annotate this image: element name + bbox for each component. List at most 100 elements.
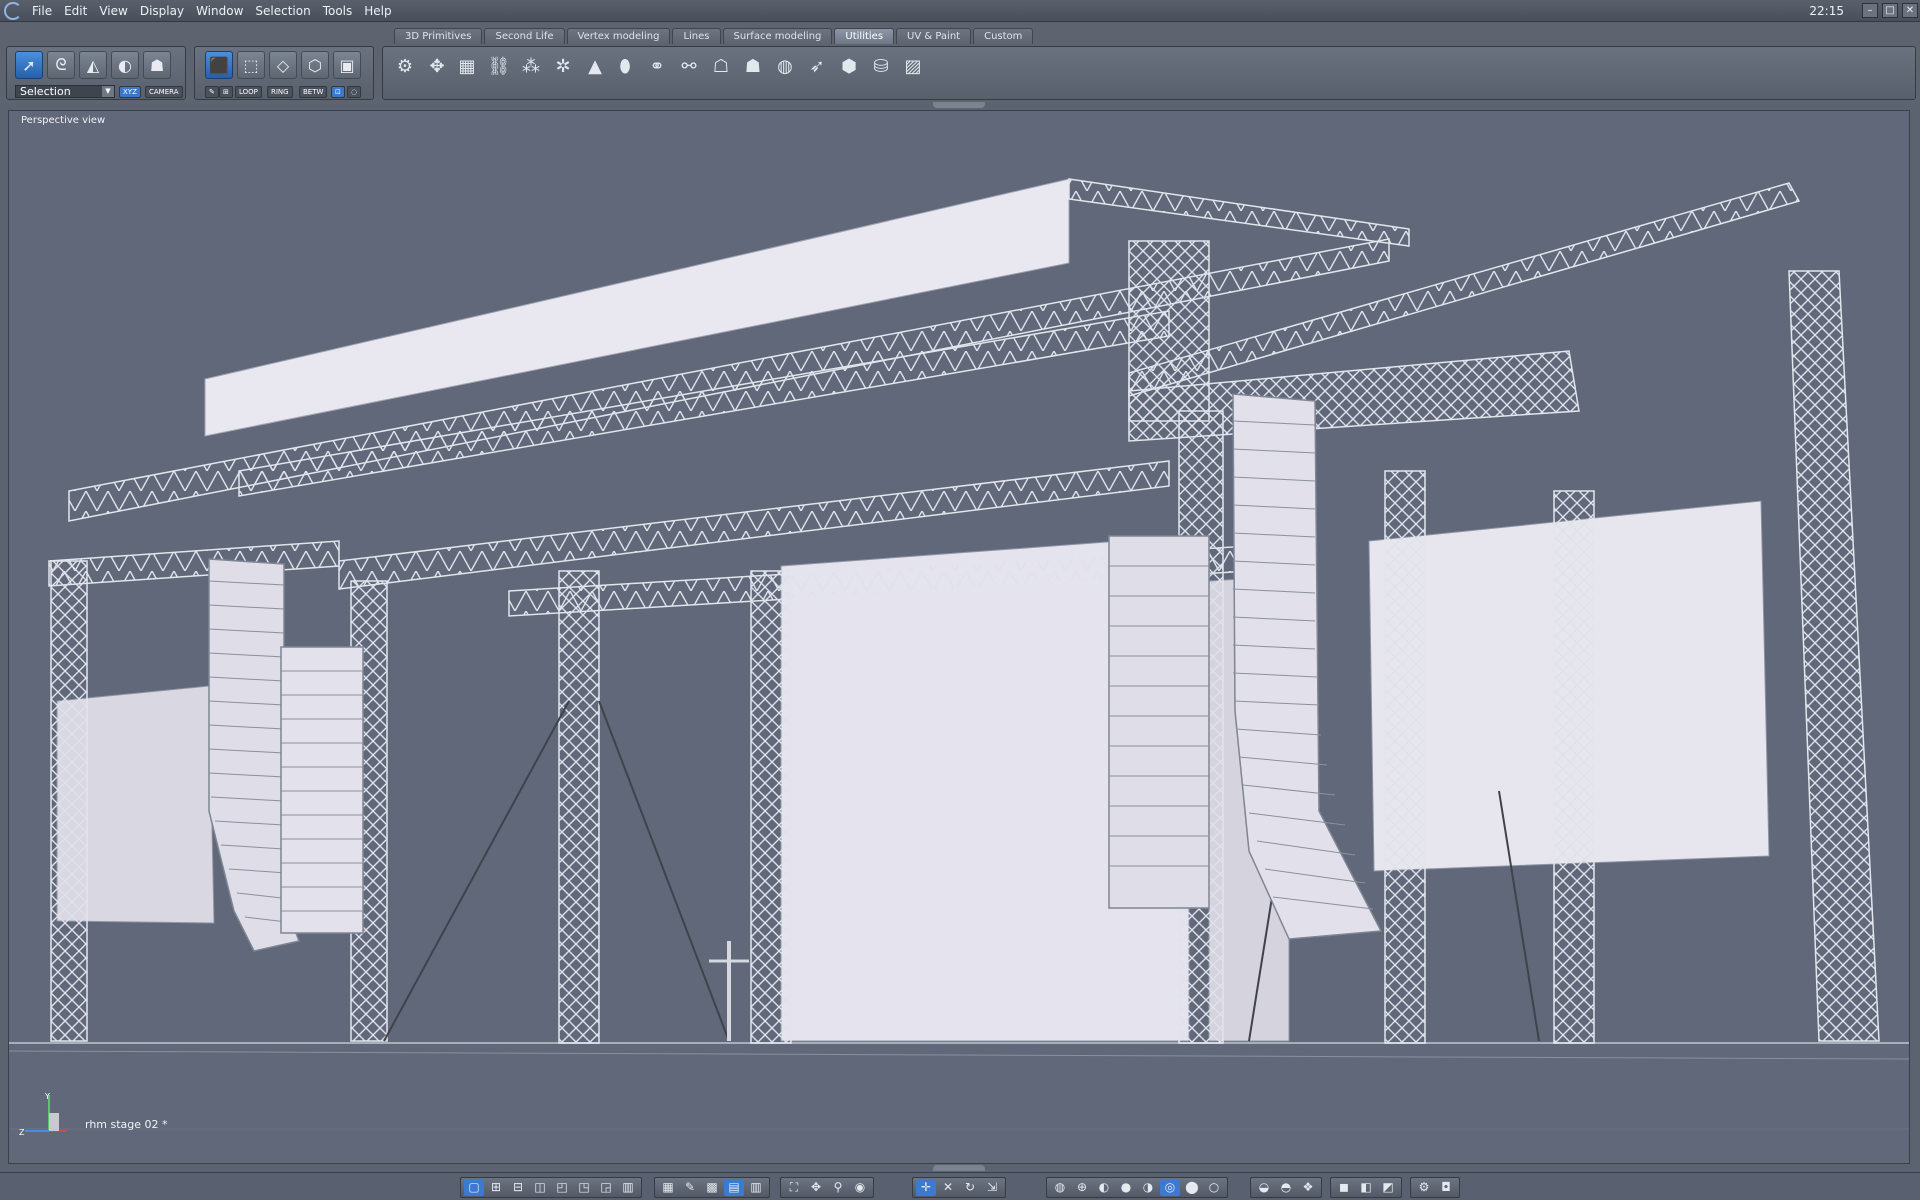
render-c-icon[interactable]: ❖ bbox=[1298, 1179, 1318, 1196]
menu-edit[interactable]: Edit bbox=[58, 0, 93, 22]
link-icon[interactable]: ⚭ bbox=[643, 52, 671, 80]
smooth-sphere-icon[interactable]: ● bbox=[1116, 1179, 1136, 1196]
link-broken-icon[interactable]: ⚯ bbox=[675, 52, 703, 80]
multi-select-icon[interactable]: ⊞ bbox=[219, 86, 233, 98]
ghost-select-icon[interactable]: ☗ bbox=[143, 51, 171, 79]
tab-surface-modeling[interactable]: Surface modeling bbox=[722, 28, 833, 44]
bottom-collapse-handle[interactable] bbox=[933, 1165, 985, 1171]
shrink-icon[interactable]: ◌ bbox=[347, 86, 362, 98]
cubes-obj-icon[interactable]: ◧ bbox=[1356, 1179, 1376, 1196]
layout-quad-icon[interactable]: ⊞ bbox=[486, 1179, 506, 1196]
fit-icon[interactable]: ⛶ bbox=[784, 1179, 804, 1196]
selection-mode-dropdown[interactable]: Selection ▼ bbox=[15, 85, 115, 98]
cluster-icon[interactable]: ⁂ bbox=[517, 52, 545, 80]
viewport-label: Perspective view bbox=[21, 115, 106, 126]
pan-icon[interactable]: ✥ bbox=[806, 1179, 826, 1196]
tab-second-life[interactable]: Second Life bbox=[484, 28, 565, 44]
menu-tools[interactable]: Tools bbox=[317, 0, 359, 22]
layout-single-icon[interactable]: ▢ bbox=[464, 1179, 484, 1196]
menu-window[interactable]: Window bbox=[190, 0, 249, 22]
tab-3d-primitives[interactable]: 3D Primitives bbox=[394, 28, 483, 44]
matte-sphere-icon[interactable]: ⬤ bbox=[1182, 1179, 1202, 1196]
zoom-icon[interactable]: ⚲ bbox=[828, 1179, 848, 1196]
move-icon[interactable]: ✕ bbox=[938, 1179, 958, 1196]
grid-mesh-icon[interactable]: ▨ bbox=[899, 52, 927, 80]
cube-vertex-icon[interactable]: ⬡ bbox=[301, 51, 329, 79]
scale-icon[interactable]: ⇲ bbox=[982, 1179, 1002, 1196]
flat-sphere-icon[interactable]: ◐ bbox=[1094, 1179, 1114, 1196]
render-b-icon[interactable]: ◓ bbox=[1276, 1179, 1296, 1196]
pen-icon[interactable]: ✎ bbox=[205, 86, 219, 98]
layout-three-b-icon[interactable]: ◳ bbox=[574, 1179, 594, 1196]
cube-edge-icon[interactable]: ◇ bbox=[269, 51, 297, 79]
layout-four-icon[interactable]: ▥ bbox=[618, 1179, 638, 1196]
tool-tabs: 3D Primitives Second Life Vertex modelin… bbox=[394, 28, 1035, 44]
group-obj-icon[interactable]: ◩ bbox=[1378, 1179, 1398, 1196]
polygon-icon[interactable]: ⬢ bbox=[835, 52, 863, 80]
menu-display[interactable]: Display bbox=[134, 0, 190, 22]
layout-three-a-icon[interactable]: ◰ bbox=[552, 1179, 572, 1196]
grid-icon[interactable]: ▦ bbox=[658, 1179, 678, 1196]
cube-obj-icon[interactable]: ◼ bbox=[1334, 1179, 1354, 1196]
camera-settings-icon[interactable]: ⚙ bbox=[1414, 1179, 1434, 1196]
bottom-toolbar: ▢ ⊞ ⊟ ◫ ◰ ◳ ◲ ▥ ▦ ✎ ▩ ▤ ▥ ⛶ ✥ ⚲ ◉ ✛ ✕ ↻ … bbox=[0, 1172, 1920, 1200]
explode-icon[interactable]: ✥ bbox=[423, 52, 451, 80]
camera-icon[interactable]: ◘ bbox=[1436, 1179, 1456, 1196]
camera-toggle[interactable]: CAMERA bbox=[145, 86, 183, 98]
layout-three-c-icon[interactable]: ◲ bbox=[596, 1179, 616, 1196]
ghost-outline-icon[interactable]: ☗ bbox=[739, 52, 767, 80]
minimize-button[interactable]: – bbox=[1862, 3, 1878, 18]
blue-grid-icon[interactable]: ▤ bbox=[724, 1179, 744, 1196]
ring-button[interactable]: RING bbox=[267, 86, 293, 98]
loop-button[interactable]: LOOP bbox=[235, 86, 262, 98]
wire-sphere-icon[interactable]: ⊕ bbox=[1072, 1179, 1092, 1196]
menu-help[interactable]: Help bbox=[358, 0, 397, 22]
tab-vertex-modeling[interactable]: Vertex modeling bbox=[566, 28, 671, 44]
layout-two-h-icon[interactable]: ⊟ bbox=[508, 1179, 528, 1196]
cube-face-icon[interactable]: ⬚ bbox=[237, 51, 265, 79]
table-icon[interactable]: ▥ bbox=[746, 1179, 766, 1196]
close-button[interactable]: ✕ bbox=[1902, 3, 1918, 18]
capsule-icon[interactable]: ⬮ bbox=[611, 52, 639, 80]
menu-selection[interactable]: Selection bbox=[249, 0, 316, 22]
paint-select-icon[interactable]: ◭ bbox=[79, 51, 107, 79]
tab-uv-paint[interactable]: UV & Paint bbox=[896, 28, 972, 44]
select-transform-icon[interactable]: ✛ bbox=[916, 1179, 936, 1196]
paint-icon[interactable]: ✎ bbox=[680, 1179, 700, 1196]
top-collapse-handle[interactable] bbox=[933, 102, 985, 108]
perspective-viewport[interactable]: Perspective view Y Z rhm stage 02 * bbox=[8, 110, 1910, 1164]
tab-utilities[interactable]: Utilities bbox=[834, 28, 895, 44]
maximize-button[interactable]: □ bbox=[1882, 3, 1898, 18]
render-a-icon[interactable]: ◒ bbox=[1254, 1179, 1274, 1196]
lasso-select-icon[interactable]: ᘓ bbox=[47, 51, 75, 79]
sphere-wire-icon[interactable]: ◍ bbox=[771, 52, 799, 80]
arrow-select-icon[interactable]: ➚ bbox=[15, 51, 43, 79]
between-button[interactable]: BETW bbox=[299, 86, 328, 98]
color-grid-icon[interactable]: ▩ bbox=[702, 1179, 722, 1196]
ellipse-select-icon[interactable]: ◐ bbox=[111, 51, 139, 79]
ghost-icon[interactable]: ☖ bbox=[707, 52, 735, 80]
menu-view[interactable]: View bbox=[93, 0, 133, 22]
wire-globe-icon[interactable]: ◍ bbox=[1050, 1179, 1070, 1196]
menu-file[interactable]: File bbox=[26, 0, 58, 22]
cube-object-icon[interactable]: ▣ bbox=[333, 51, 361, 79]
shaded-sphere-icon[interactable]: ◑ bbox=[1138, 1179, 1158, 1196]
cylinder-icon[interactable]: ⛁ bbox=[867, 52, 895, 80]
xyz-toggle[interactable]: XYZ bbox=[119, 86, 141, 98]
layout-two-v-icon[interactable]: ◫ bbox=[530, 1179, 550, 1196]
cube-solid-icon[interactable]: ⬛ bbox=[205, 51, 233, 79]
grow-icon[interactable]: ⊡ bbox=[331, 86, 345, 98]
box-icon[interactable]: ▦ bbox=[453, 52, 481, 80]
rotate-icon[interactable]: ↻ bbox=[960, 1179, 980, 1196]
pointer-icon[interactable]: ➶ bbox=[803, 52, 831, 80]
chain-icon[interactable]: ⛓ bbox=[485, 52, 513, 80]
cone-icon[interactable]: ▲ bbox=[581, 52, 609, 80]
weld-icon[interactable]: ⚙ bbox=[391, 52, 419, 80]
white-sphere-icon[interactable]: ○ bbox=[1204, 1179, 1224, 1196]
textured-sphere-icon[interactable]: ◎ bbox=[1160, 1179, 1180, 1196]
cluster-multi-icon[interactable]: ✲ bbox=[549, 52, 577, 80]
tab-custom[interactable]: Custom bbox=[973, 28, 1034, 44]
camera-group: ⚙ ◘ bbox=[1410, 1177, 1460, 1198]
tab-lines[interactable]: Lines bbox=[672, 28, 721, 44]
eye-icon[interactable]: ◉ bbox=[850, 1179, 870, 1196]
